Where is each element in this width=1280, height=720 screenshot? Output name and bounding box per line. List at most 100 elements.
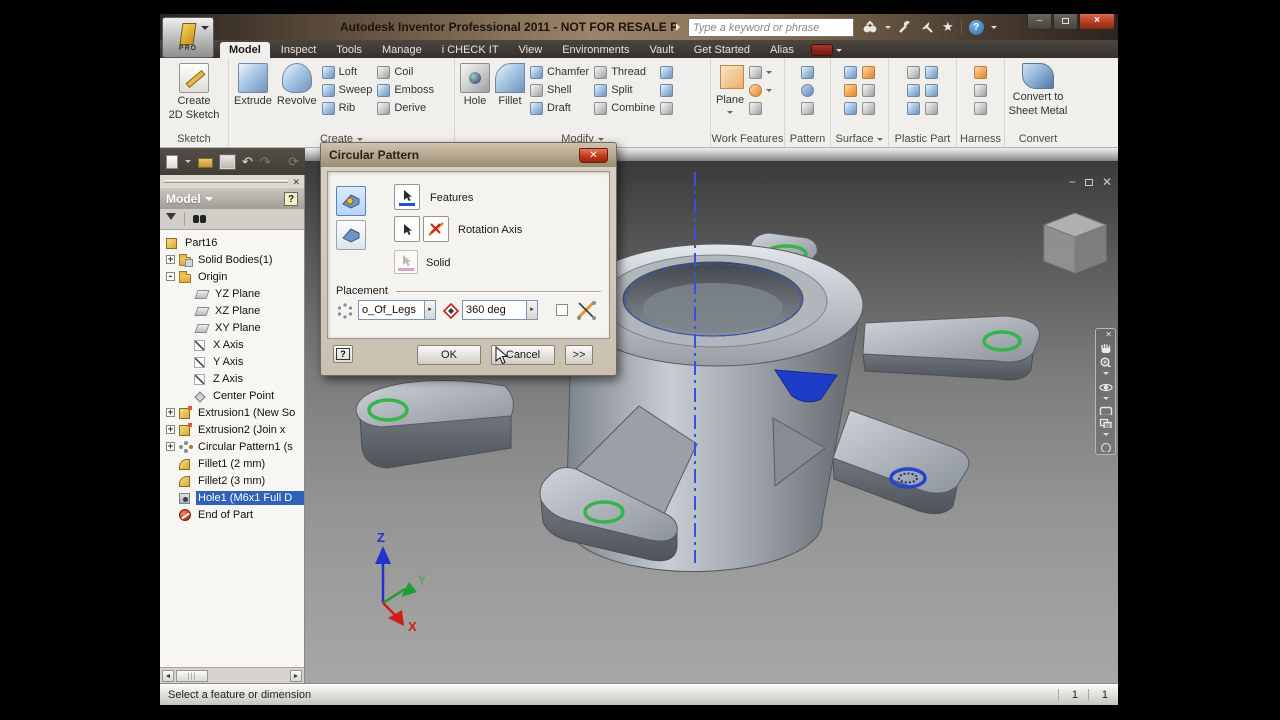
revolve-button[interactable]: Revolve [277, 61, 317, 131]
ucs-button[interactable] [749, 100, 772, 116]
wrench-icon[interactable] [898, 20, 913, 34]
plane-button[interactable]: Plane [716, 61, 744, 131]
rectangular-pattern-button[interactable] [801, 64, 814, 80]
minimize-button[interactable]: – [1027, 14, 1052, 30]
solid-select-button[interactable] [394, 250, 418, 274]
scroll-right-icon[interactable]: ► [290, 670, 302, 682]
search-input[interactable] [688, 18, 854, 37]
move-bodies-button[interactable] [660, 64, 673, 80]
more-options-button[interactable]: >> [565, 345, 593, 365]
copy-object-button[interactable] [660, 82, 673, 98]
angle-flyout-icon[interactable] [526, 300, 538, 320]
pattern-leg-right-front[interactable] [833, 410, 969, 514]
tree-item-y-axis[interactable]: Y Axis [160, 353, 304, 370]
split-button[interactable]: Split [594, 82, 655, 98]
occurrence-count-combo[interactable] [358, 300, 436, 320]
combine-button[interactable]: Combine [594, 100, 655, 116]
tree-item-extrusion1[interactable]: +Extrusion1 (New So [160, 404, 304, 421]
open-file-icon[interactable] [198, 158, 213, 168]
grill-button[interactable] [907, 64, 920, 80]
tab-manage[interactable]: Manage [373, 42, 431, 58]
snap-fit-button[interactable] [925, 82, 938, 98]
rib-button[interactable]: Rib [322, 100, 373, 116]
application-menu-button[interactable]: PRO [162, 17, 214, 58]
help-icon[interactable]: ? [969, 20, 984, 35]
tab-model[interactable]: Model [220, 42, 270, 58]
tree-item-z-axis[interactable]: Z Axis [160, 370, 304, 387]
zoom-dropdown-icon[interactable] [1103, 372, 1109, 378]
circular-pattern-button[interactable] [801, 82, 814, 98]
update-icon[interactable]: ⟳ [288, 155, 299, 169]
tree-item-solid-bodies[interactable]: +Solid Bodies(1) [160, 251, 304, 268]
look-at-icon[interactable] [1099, 406, 1113, 415]
harness-group-button[interactable] [974, 82, 987, 98]
satellite-icon[interactable] [920, 20, 935, 34]
tree-item-fillet2[interactable]: Fillet2 (3 mm) [160, 472, 304, 489]
new-file-dropdown-icon[interactable] [185, 160, 191, 166]
chamfer-button[interactable]: Chamfer [530, 64, 589, 80]
tree-item-end-of-part[interactable]: End of Part [160, 506, 304, 523]
help-dropdown-icon[interactable] [991, 26, 997, 32]
tree-item-circular-pattern1[interactable]: +Circular Pattern1 (s [160, 438, 304, 455]
pattern-features-mode-button[interactable] [336, 186, 366, 216]
tree-item-xz-plane[interactable]: XZ Plane [160, 302, 304, 319]
rule-fillet-button[interactable] [925, 100, 938, 116]
tree-item-hole1[interactable]: Hole1 (M6x1 Full D [160, 489, 304, 506]
tree-item-origin[interactable]: -Origin [160, 268, 304, 285]
navigation-bar[interactable]: ✕ [1095, 328, 1116, 455]
tab-environments[interactable]: Environments [553, 42, 638, 58]
tree-item-center-point[interactable]: Center Point [160, 387, 304, 404]
thread-button[interactable]: Thread [594, 64, 655, 80]
pattern-leg-front[interactable] [540, 406, 697, 561]
pattern-leg-left[interactable] [356, 380, 513, 468]
undo-icon[interactable]: ↶ [242, 155, 253, 169]
tab-inspect[interactable]: Inspect [272, 42, 325, 58]
navbar-close-icon[interactable]: ✕ [1105, 331, 1112, 339]
harness-pin-button[interactable] [974, 64, 987, 80]
sweep-button[interactable]: Sweep [322, 82, 373, 98]
sculpt-button[interactable] [844, 82, 857, 98]
extrude-button[interactable]: Extrude [234, 61, 272, 131]
derive-button[interactable]: Derive [377, 100, 434, 116]
dialog-help-button[interactable] [333, 345, 353, 363]
draft-button[interactable]: Draft [530, 100, 589, 116]
search-icon[interactable] [862, 20, 878, 34]
rotation-axis-select-button[interactable] [394, 216, 420, 242]
features-select-button[interactable] [394, 184, 420, 210]
delete-surface-button[interactable] [862, 100, 875, 116]
orbit-dropdown-icon[interactable] [1103, 397, 1109, 403]
delete-face-button[interactable] [660, 100, 673, 116]
browser-horizontal-scrollbar[interactable]: ◄ ||| ► [160, 667, 304, 683]
ok-button[interactable]: OK [417, 345, 481, 365]
grip-handle[interactable] [164, 180, 288, 183]
filter-icon[interactable] [166, 213, 176, 225]
rest-button[interactable] [925, 64, 938, 80]
dialog-titlebar[interactable]: Circular Pattern ✕ [321, 143, 616, 167]
expander[interactable]: + [166, 255, 175, 264]
harness-fence-button[interactable] [974, 100, 987, 116]
tab-vault[interactable]: Vault [640, 42, 682, 58]
fillet-button[interactable]: Fillet [495, 61, 525, 131]
search-dropdown-icon[interactable] [885, 26, 891, 32]
loft-button[interactable]: Loft [322, 64, 373, 80]
doc-close-icon[interactable]: ✕ [1102, 175, 1112, 189]
occurrence-count-input[interactable] [358, 300, 424, 320]
search-expand-arrow-icon[interactable] [676, 23, 684, 31]
lip-button[interactable] [907, 100, 920, 116]
rotation-axis-icon-button[interactable] [423, 216, 449, 242]
boss-button[interactable] [907, 82, 920, 98]
thicken-button[interactable] [844, 100, 857, 116]
count-flyout-icon[interactable] [424, 300, 436, 320]
browser-title-bar[interactable]: Model ? [160, 188, 304, 209]
tree-item-part16[interactable]: Part16 [160, 234, 304, 251]
point-button[interactable] [749, 82, 772, 98]
panel-label-surface[interactable]: Surface [831, 131, 888, 147]
doc-minimize-icon[interactable]: − [1069, 175, 1076, 189]
zoom-icon[interactable] [1099, 356, 1113, 368]
browser-grip[interactable]: ✕ [160, 175, 304, 188]
browser-help-icon[interactable]: ? [284, 192, 298, 206]
tab-tools[interactable]: Tools [327, 42, 371, 58]
maximize-button[interactable] [1053, 14, 1078, 30]
expander[interactable]: - [166, 272, 175, 281]
close-button[interactable]: × [1079, 14, 1115, 30]
